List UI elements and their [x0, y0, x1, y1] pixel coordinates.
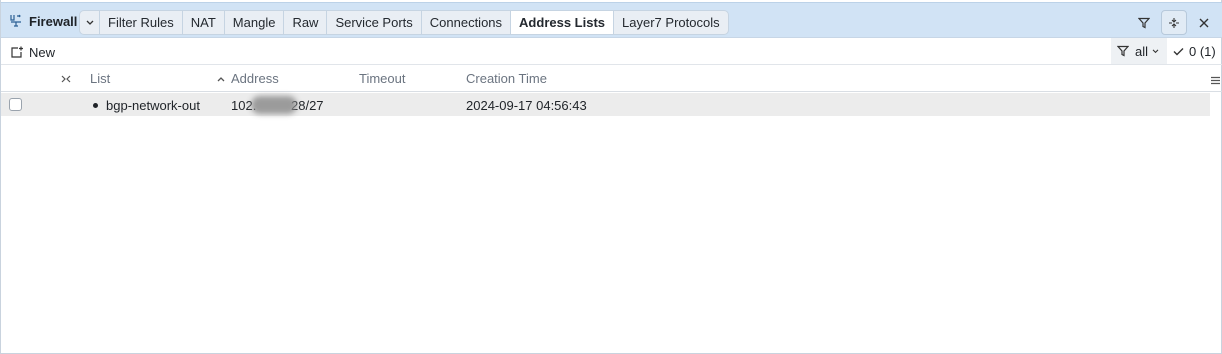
address-redaction-blur	[251, 96, 297, 114]
new-button-label: New	[29, 44, 56, 60]
column-header-list[interactable]: List	[90, 71, 110, 86]
expand-collapse-icon[interactable]	[61, 72, 71, 87]
tab-address-lists[interactable]: Address Lists	[511, 11, 615, 34]
filter-icon	[1117, 45, 1129, 57]
firewall-network-icon	[7, 12, 25, 30]
table-row[interactable]: bgp-network-out 102. 28/27 2024-09-17 04…	[1, 93, 1210, 116]
new-item-icon	[11, 46, 23, 58]
title-bar: Firewall Filter Rules NAT Mangle Raw Ser…	[1, 2, 1222, 38]
column-header-address-label: Address	[231, 71, 279, 86]
filter-button[interactable]	[1131, 10, 1157, 35]
close-button[interactable]	[1191, 10, 1217, 35]
column-header-timeout[interactable]: Timeout	[359, 71, 405, 86]
table-header: List Address Timeout Creation Time	[1, 66, 1222, 92]
row-checkbox[interactable]	[9, 98, 22, 111]
chevron-down-icon	[86, 20, 93, 25]
cell-list: bgp-network-out	[106, 98, 200, 113]
status-dot-icon	[93, 103, 98, 108]
sort-ascending-icon	[217, 76, 225, 81]
collapse-arrows-icon	[1169, 17, 1179, 28]
tab-mangle[interactable]: Mangle	[225, 11, 285, 34]
close-icon	[1199, 18, 1209, 27]
filter-icon	[1138, 17, 1150, 28]
column-header-creation-time-label: Creation Time	[466, 71, 547, 86]
column-header-list-label: List	[90, 71, 111, 86]
checkmark-icon	[1173, 47, 1184, 55]
toolbar: New all 0 (1)	[1, 38, 1222, 65]
tab-nat[interactable]: NAT	[183, 11, 225, 34]
chevron-down-icon	[1152, 48, 1159, 53]
tab-raw[interactable]: Raw	[284, 11, 328, 34]
column-menu-icon[interactable]	[1211, 73, 1220, 88]
window-title: Firewall	[7, 11, 77, 31]
filter-select-value: all	[1135, 43, 1149, 59]
tab-menu-dropdown[interactable]	[80, 11, 100, 34]
column-header-address[interactable]: Address	[217, 71, 279, 86]
tab-filter-rules[interactable]: Filter Rules	[100, 11, 183, 34]
tab-layer7-protocols[interactable]: Layer7 Protocols	[614, 11, 728, 34]
new-button[interactable]: New	[11, 42, 55, 62]
tab-bar: Filter Rules NAT Mangle Raw Service Port…	[79, 10, 729, 35]
firewall-window: Firewall Filter Rules NAT Mangle Raw Ser…	[0, 0, 1222, 354]
tab-connections[interactable]: Connections	[422, 11, 512, 34]
window-title-label: Firewall	[29, 13, 78, 29]
column-header-creation-time[interactable]: Creation Time	[466, 71, 547, 86]
cell-creation-time: 2024-09-17 04:56:43	[466, 98, 587, 113]
filter-select[interactable]: all	[1111, 38, 1167, 64]
selection-count-label: 0 (1)	[1189, 43, 1216, 59]
window-controls	[1127, 10, 1217, 35]
selection-count[interactable]: 0 (1)	[1169, 38, 1221, 64]
tab-service-ports[interactable]: Service Ports	[327, 11, 422, 34]
column-header-timeout-label: Timeout	[359, 71, 406, 86]
collapse-window-button[interactable]	[1161, 10, 1187, 35]
